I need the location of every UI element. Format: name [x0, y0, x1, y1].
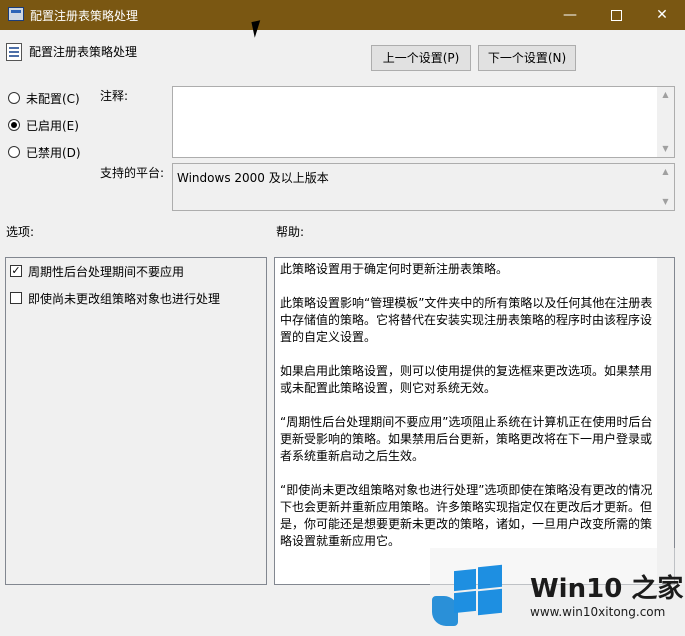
close-icon: ✕ [656, 7, 668, 23]
radio-not-configured-circle[interactable] [8, 92, 20, 104]
platform-value: Windows 2000 及以上版本 [177, 171, 329, 185]
radio-not-configured-label: 未配置(C) [26, 92, 80, 106]
radio-disabled-circle[interactable] [8, 146, 20, 158]
next-setting-button[interactable]: 下一个设置(N) [478, 45, 576, 71]
options-pane: ✓ 周期性后台处理期间不要应用 即使尚未更改组策略对象也进行处理 [5, 257, 267, 585]
help-scrollbar[interactable] [657, 258, 674, 584]
help-paragraph: “周期性后台处理期间不要应用”选项阻止系统在计算机正在使用时后台更新受影响的策略… [280, 415, 653, 463]
watermark: Win10 之家 www.win10xitong.com [430, 548, 685, 636]
maximize-icon [610, 10, 622, 21]
help-paragraph: 此策略设置影响“管理模板”文件夹中的所有策略以及任何其他在注册表中存储值的策略。… [280, 296, 653, 344]
help-pane[interactable]: 此策略设置用于确定何时更新注册表策略。 此策略设置影响“管理模板”文件夹中的所有… [274, 257, 675, 585]
maximize-button[interactable] [593, 0, 639, 30]
radio-enabled-label: 已启用(E) [26, 119, 79, 133]
close-button[interactable]: ✕ [639, 0, 685, 30]
watermark-url: www.win10xitong.com [530, 605, 666, 619]
previous-setting-button[interactable]: 上一个设置(P) [371, 45, 471, 71]
minimize-icon: — [563, 7, 577, 23]
app-icon [8, 7, 24, 21]
title-bar: 配置注册表策略处理 — ✕ [0, 0, 685, 30]
help-text: 此策略设置用于确定何时更新注册表策略。 此策略设置影响“管理模板”文件夹中的所有… [280, 261, 656, 567]
help-paragraph: 此策略设置用于确定何时更新注册表策略。 [280, 262, 509, 276]
platform-scrollbar[interactable]: ▲ ▼ [657, 164, 674, 210]
scroll-down-icon[interactable]: ▼ [657, 194, 674, 210]
option-label: 即使尚未更改组策略对象也进行处理 [28, 292, 221, 306]
comment-textarea[interactable]: ▲ ▼ [172, 86, 675, 158]
option-label: 周期性后台处理期间不要应用 [28, 265, 185, 279]
scroll-down-icon[interactable]: ▼ [657, 141, 674, 157]
window-title: 配置注册表策略处理 [30, 9, 139, 23]
minimize-button[interactable]: — [547, 0, 593, 30]
help-section-label: 帮助: [276, 225, 305, 239]
policy-title: 配置注册表策略处理 [29, 45, 138, 59]
help-paragraph: 如果启用此策略设置，则可以使用提供的复选框来更改选项。如果禁用或未配置此策略设置… [280, 364, 653, 395]
windows-logo-icon [454, 564, 502, 616]
platform-field: Windows 2000 及以上版本 ▲ ▼ [172, 163, 675, 211]
watermark-title: Win10 之家 [530, 574, 684, 604]
scroll-up-icon[interactable]: ▲ [657, 164, 674, 180]
checkbox-checked[interactable]: ✓ [10, 265, 22, 277]
platform-label: 支持的平台: [100, 166, 165, 180]
radio-enabled-circle[interactable] [8, 119, 20, 131]
comment-scrollbar[interactable]: ▲ ▼ [657, 87, 674, 157]
help-paragraph: “即使尚未更改组策略对象也进行处理”选项即使在策略没有更改的情况下也会更新并重新… [280, 483, 653, 548]
radio-disabled-label: 已禁用(D) [26, 146, 81, 160]
comment-label: 注释: [100, 89, 129, 103]
checkbox-unchecked[interactable] [10, 292, 22, 304]
scroll-up-icon[interactable]: ▲ [657, 87, 674, 103]
options-section-label: 选项: [6, 225, 35, 239]
policy-setting-icon [6, 43, 22, 61]
